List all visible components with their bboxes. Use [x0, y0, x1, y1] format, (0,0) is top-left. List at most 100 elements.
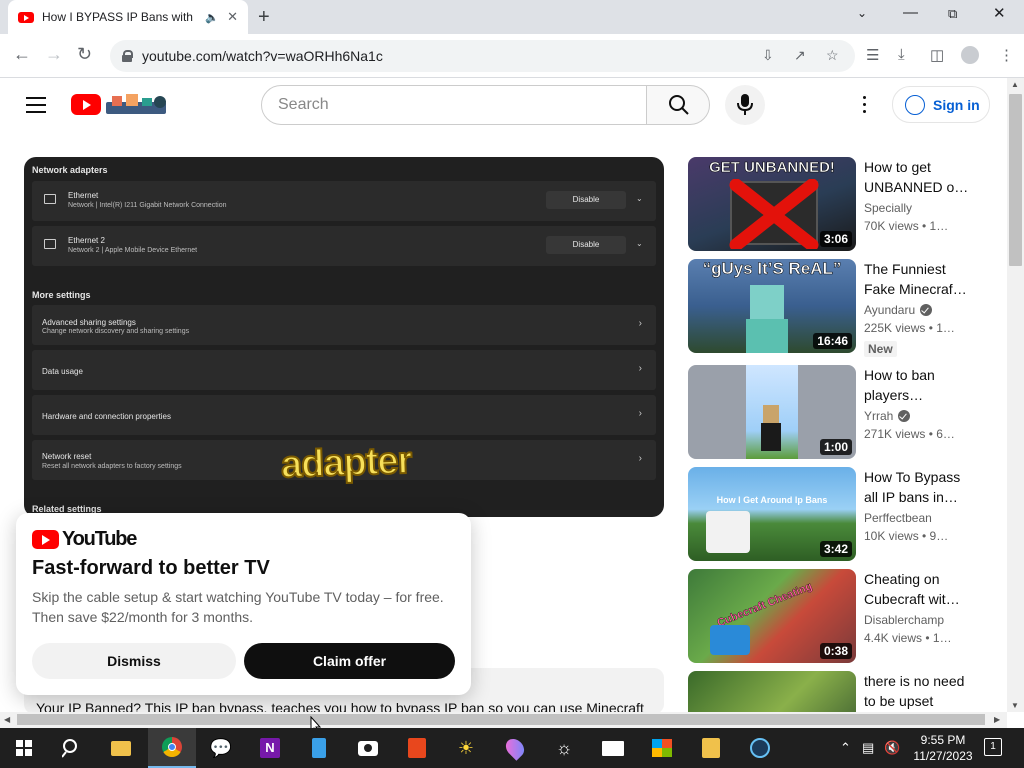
- maps-button[interactable]: [491, 728, 539, 768]
- camera-icon: [358, 740, 378, 756]
- youtube-favicon-icon: [18, 11, 34, 23]
- chrome-button[interactable]: [148, 728, 196, 768]
- recommended-video[interactable]: GET UNBANNED! 3:06 How to get UNBANNED o…: [688, 157, 988, 253]
- sign-in-label: Sign in: [933, 96, 980, 113]
- folder-icon: [111, 740, 131, 756]
- app-button[interactable]: [295, 728, 343, 768]
- install-app-icon[interactable]: ⇩: [762, 47, 774, 64]
- video-thumbnail[interactable]: GET UNBANNED! 3:06: [688, 157, 856, 251]
- video-title[interactable]: How To Bypass all IP bans in…: [864, 467, 974, 507]
- adapter-name: Ethernet: [68, 191, 99, 200]
- minimize-button[interactable]: —: [903, 4, 918, 21]
- files-button[interactable]: [687, 728, 735, 768]
- restore-button[interactable]: ⧉: [948, 6, 957, 22]
- search-box[interactable]: [261, 85, 647, 125]
- scroll-right-icon[interactable]: ▶: [994, 715, 1000, 724]
- scrollbar-thumb[interactable]: [17, 714, 985, 725]
- browser-tab[interactable]: How I BYPASS IP Bans with I 🔈 ✕: [8, 0, 248, 34]
- video-thumbnail[interactable]: [688, 671, 856, 712]
- channel-name[interactable]: Perffectbean: [864, 511, 932, 525]
- channel-name[interactable]: Disablerchamp: [864, 613, 944, 627]
- address-bar[interactable]: youtube.com/watch?v=waORHh6Na1c: [110, 40, 855, 72]
- windows-logo-icon: [16, 740, 32, 756]
- video-title[interactable]: there is no need to be upset: [864, 671, 974, 711]
- weather-button[interactable]: ☼: [540, 728, 588, 768]
- dismiss-button[interactable]: Dismiss: [32, 643, 236, 679]
- voice-search-button[interactable]: [725, 85, 765, 125]
- scrollbar-thumb[interactable]: [1009, 94, 1022, 266]
- video-thumbnail[interactable]: 1:00: [688, 365, 856, 459]
- onenote-button[interactable]: N: [246, 728, 294, 768]
- media-control-icon[interactable]: ☰: [866, 46, 879, 64]
- recommended-video[interactable]: Cubecraft Cheating 0:38 Cheating on Cube…: [688, 569, 988, 665]
- video-thumbnail[interactable]: Cubecraft Cheating 0:38: [688, 569, 856, 663]
- close-window-button[interactable]: ✕: [993, 4, 1006, 22]
- close-tab-icon[interactable]: ✕: [227, 9, 238, 25]
- promo-body: Skip the cable setup & start watching Yo…: [32, 589, 444, 625]
- video-thumbnail[interactable]: How I Get Around Ip Bans 3:42: [688, 467, 856, 561]
- recommended-video[interactable]: “gUys It’S ReAL” 16:46 The Funniest Fake…: [688, 259, 988, 357]
- downloads-icon[interactable]: ⤓: [898, 46, 905, 63]
- volume-muted-icon[interactable]: 🔇: [884, 740, 900, 756]
- lightbulb-icon: ☀: [457, 737, 475, 758]
- video-title[interactable]: The Funniest Fake Minecraf…: [864, 259, 974, 299]
- recommended-video[interactable]: How I Get Around Ip Bans 3:42 How To Byp…: [688, 467, 988, 563]
- camera-button[interactable]: [344, 728, 392, 768]
- vertical-scrollbar[interactable]: ▲ ▼: [1007, 78, 1024, 712]
- start-button[interactable]: [0, 728, 48, 768]
- menu-hamburger-icon[interactable]: [26, 97, 46, 113]
- video-player[interactable]: Network adapters Ethernet Network | Inte…: [24, 157, 664, 517]
- new-tab-button[interactable]: +: [258, 6, 270, 29]
- reload-icon[interactable]: ↻: [77, 44, 92, 65]
- system-clock[interactable]: 9:55 PM 11/27/2023: [908, 732, 978, 764]
- video-title[interactable]: Cheating on Cubecraft wit…: [864, 569, 974, 609]
- video-duration: 16:46: [813, 333, 852, 349]
- recommended-video[interactable]: 1:00 How to ban players… Yrrah 271K view…: [688, 365, 988, 461]
- store-button[interactable]: [638, 728, 686, 768]
- video-thumbnail[interactable]: “gUys It’S ReAL” 16:46: [688, 259, 856, 353]
- tray-overflow-icon[interactable]: ⌃: [840, 740, 851, 756]
- feedback-hub-button[interactable]: 💬: [197, 728, 245, 768]
- settings-kebab-icon[interactable]: [858, 96, 870, 114]
- youtube-doodle-logo[interactable]: [71, 92, 173, 116]
- profile-avatar-icon[interactable]: [961, 46, 979, 64]
- browser-menu-icon[interactable]: ⋮: [999, 46, 1014, 64]
- lock-icon[interactable]: [122, 50, 133, 62]
- file-explorer-button[interactable]: [97, 728, 145, 768]
- back-icon[interactable]: ←: [13, 44, 31, 65]
- character-body: [746, 319, 788, 353]
- youtube-logo: YouTube: [32, 528, 137, 551]
- claim-offer-button[interactable]: Claim offer: [244, 643, 455, 679]
- search-button[interactable]: [646, 85, 710, 125]
- video-title[interactable]: How to get UNBANNED o…: [864, 157, 974, 197]
- channel-name[interactable]: Ayundaru: [864, 303, 933, 317]
- scroll-up-icon[interactable]: ▲: [1011, 80, 1019, 89]
- search-input[interactable]: [278, 96, 646, 114]
- side-panel-icon[interactable]: ◫: [930, 46, 944, 64]
- channel-name[interactable]: Specially: [864, 201, 912, 215]
- taskbar-search-button[interactable]: [48, 728, 96, 768]
- bookmark-star-icon[interactable]: ☆: [826, 47, 839, 64]
- video-title[interactable]: How to ban players…: [864, 365, 974, 405]
- audio-playing-icon[interactable]: 🔈: [205, 11, 219, 24]
- steam-button[interactable]: [736, 728, 784, 768]
- channel-name[interactable]: Yrrah: [864, 409, 911, 423]
- tips-button[interactable]: ☀: [442, 728, 490, 768]
- chat-bubble-icon: 💬: [209, 737, 233, 758]
- forward-icon[interactable]: →: [45, 44, 63, 65]
- notification-center-icon[interactable]: 1: [984, 738, 1002, 756]
- share-icon[interactable]: ↗: [794, 47, 806, 64]
- tab-search-icon[interactable]: ⌄: [857, 6, 867, 20]
- recommended-video[interactable]: there is no need to be upset: [688, 671, 988, 712]
- video-caption-overlay: adapter: [279, 439, 413, 488]
- character-body: [761, 423, 781, 451]
- sign-in-button[interactable]: Sign in: [892, 86, 990, 123]
- mail-button[interactable]: [589, 728, 637, 768]
- office-button[interactable]: [393, 728, 441, 768]
- scroll-down-icon[interactable]: ▼: [1011, 701, 1019, 710]
- horizontal-scrollbar[interactable]: ◀ ▶: [0, 712, 1007, 728]
- scroll-left-icon[interactable]: ◀: [4, 715, 10, 724]
- cubecraft-logo: [710, 625, 750, 655]
- url-text[interactable]: youtube.com/watch?v=waORHh6Na1c: [142, 48, 383, 64]
- network-icon[interactable]: ▤: [862, 740, 874, 756]
